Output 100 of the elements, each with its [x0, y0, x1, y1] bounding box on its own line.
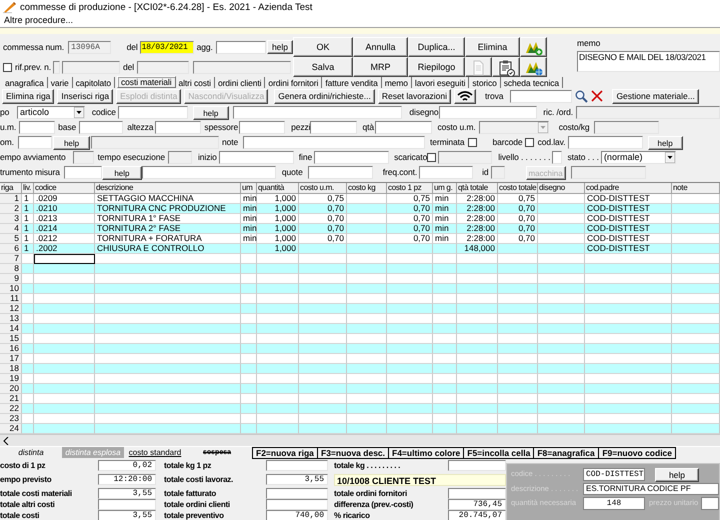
icon-button[interactable] [520, 37, 547, 57]
column-header[interactable]: um g. [433, 183, 457, 194]
table-cell[interactable]: 6 [0, 244, 22, 254]
toolbar-button[interactable]: Elimina riga [2, 88, 54, 104]
table-cell[interactable]: 3 [0, 214, 22, 224]
action-button[interactable]: Elimina [465, 37, 520, 57]
table-cell[interactable]: 19 [0, 374, 22, 384]
shortcut-key[interactable]: F9=nuovo codice [598, 447, 676, 459]
dropdown[interactable]: (normale) [600, 151, 676, 164]
column-header[interactable]: costo u.m. [299, 183, 347, 194]
table-cell[interactable]: .0214 [34, 224, 95, 234]
table-cell[interactable]: 10 [0, 284, 22, 294]
toolbar-button[interactable]: Reset lavorazioni [378, 88, 452, 104]
input-field[interactable] [375, 121, 432, 134]
input-field[interactable] [19, 121, 56, 134]
table-cell[interactable]: 12 [0, 304, 22, 314]
help-button[interactable]: help [655, 468, 699, 482]
input-field[interactable] [155, 121, 202, 134]
checkbox[interactable] [427, 153, 436, 162]
input-field[interactable] [419, 166, 474, 179]
table-cell[interactable]: 15 [0, 334, 22, 344]
input-field[interactable] [218, 151, 294, 164]
table-cell[interactable]: 0,70 [387, 204, 433, 214]
input-field[interactable] [79, 121, 124, 134]
input-field[interactable] [64, 166, 102, 179]
table-cell[interactable]: 14 [0, 324, 22, 334]
icon-button[interactable] [492, 57, 520, 77]
icon-button[interactable] [454, 88, 476, 104]
action-button[interactable]: Duplica... [408, 37, 465, 57]
table-cell[interactable]: 1 [22, 224, 34, 234]
shortcut-key[interactable]: F5=incolla cella [463, 447, 534, 459]
column-header[interactable]: costo 1 pz [387, 183, 433, 194]
dropdown[interactable]: articolo [17, 106, 85, 119]
tab[interactable]: costi materiali [117, 76, 176, 88]
table-cell[interactable]: CHIUSURA E CONTROLLO [95, 244, 241, 254]
horizontal-scrollbar[interactable] [0, 434, 720, 446]
action-button[interactable]: help [267, 40, 293, 54]
action-button[interactable]: Riepilogo [408, 57, 465, 77]
column-header[interactable]: um [241, 183, 257, 194]
input-field[interactable]: 148 [583, 497, 645, 510]
table-cell[interactable]: 0,70 [498, 204, 538, 214]
column-header[interactable]: disegno [538, 183, 585, 194]
table-cell[interactable]: COD-DISTTEST [585, 204, 672, 214]
shortcut-key[interactable]: F8=anagrafica [533, 447, 600, 459]
input-field[interactable] [552, 151, 562, 164]
column-header[interactable]: descrizione [95, 183, 241, 194]
tab[interactable]: memo [382, 77, 412, 88]
action-button[interactable]: help [648, 136, 683, 150]
input-field[interactable] [701, 497, 719, 510]
column-header[interactable]: note [672, 183, 720, 194]
table-cell[interactable]: 16 [0, 344, 22, 354]
table-cell[interactable]: 8 [0, 264, 22, 274]
input-field[interactable] [18, 136, 52, 149]
table-cell[interactable]: min [241, 224, 257, 234]
table-cell[interactable]: 2 [0, 204, 22, 214]
table-cell[interactable]: 24 [0, 424, 22, 434]
tab[interactable]: anagrafica [2, 77, 48, 88]
table-cell[interactable]: COD-DISTTEST [585, 224, 672, 234]
input-field[interactable] [142, 166, 276, 179]
table-cell[interactable]: 20 [0, 384, 22, 394]
table-cell[interactable]: 2:28:00 [457, 224, 498, 234]
input-field[interactable]: COD-DISTTEST [583, 468, 645, 481]
table-cell[interactable]: 17 [0, 354, 22, 364]
shortcut-key[interactable]: F4=ultimo colore [388, 447, 464, 459]
input-field[interactable]: ES.TORNITURA CODICE PF [583, 483, 719, 495]
table-cell[interactable]: .0210 [34, 204, 95, 214]
table-cell[interactable]: 0,70 [299, 224, 347, 234]
table-cell[interactable]: .2002 [34, 244, 95, 254]
table-cell[interactable]: 148,000 [457, 244, 498, 254]
table-cell[interactable]: TORNITURA 2° FASE [95, 224, 241, 234]
table-cell[interactable]: 0,70 [387, 224, 433, 234]
input-field[interactable] [118, 106, 188, 119]
table-cell[interactable]: 9 [0, 274, 22, 284]
table-cell[interactable] [34, 254, 95, 264]
table-cell[interactable]: 2:28:00 [457, 204, 498, 214]
table-cell[interactable]: 1 [22, 204, 34, 214]
action-button[interactable]: help [102, 166, 142, 180]
action-button[interactable]: Annulla [353, 37, 408, 57]
column-header[interactable]: liv. [22, 183, 34, 194]
input-field[interactable] [314, 151, 390, 164]
table-cell[interactable]: 1,000 [257, 224, 299, 234]
column-header[interactable]: codice [34, 183, 95, 194]
table-cell[interactable]: 1 [0, 194, 22, 204]
scroll-left-icon[interactable] [3, 436, 9, 444]
column-header[interactable]: costo kg [347, 183, 387, 194]
tab[interactable]: ordini fornitori [265, 77, 322, 88]
action-button[interactable]: help [192, 106, 229, 120]
action-button[interactable]: MRP [353, 57, 408, 77]
table-cell[interactable]: 18 [0, 364, 22, 374]
input-field[interactable] [239, 121, 286, 134]
tab[interactable]: storico [469, 77, 501, 88]
icon-button[interactable] [520, 57, 547, 77]
checkbox[interactable] [468, 138, 477, 147]
tab[interactable]: scheda tecnica [500, 77, 564, 88]
table-cell[interactable]: min [241, 204, 257, 214]
table-cell[interactable]: 1 [22, 244, 34, 254]
checkbox[interactable] [3, 62, 12, 72]
input-field[interactable] [439, 106, 538, 119]
input-field[interactable] [232, 106, 402, 119]
tab[interactable]: ordini clienti [214, 77, 266, 88]
